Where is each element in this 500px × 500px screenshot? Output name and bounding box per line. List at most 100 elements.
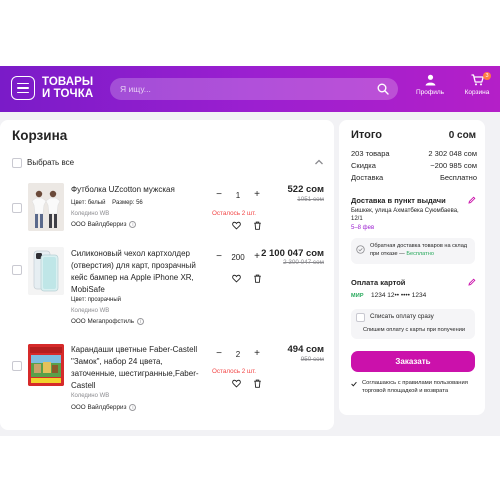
check-icon[interactable] xyxy=(351,381,357,387)
terms-agreement-text: Соглашаюсь с правилами пользования торго… xyxy=(362,380,468,394)
summary-delivery-value: Бесплатно xyxy=(439,173,477,182)
search-bar xyxy=(110,78,398,100)
item-1-checkbox[interactable] xyxy=(12,203,22,213)
item-3-seller-name: ООО Вайлдберриз xyxy=(71,404,127,411)
phone-case-image xyxy=(28,247,64,295)
item-1-size: Размер: 56 xyxy=(112,200,143,206)
pay-now-label: Списать оплату сразу xyxy=(370,313,434,320)
item-3-quantity[interactable]: 2 xyxy=(236,350,240,359)
item-3-warehouse: Коледино WB xyxy=(71,393,110,399)
item-3-quantity-stepper: − 2 + xyxy=(213,345,263,363)
trash-icon[interactable] xyxy=(253,379,262,388)
profile-label: Профиль xyxy=(415,89,445,96)
summary-row-discount: Скидка −200 985 сом xyxy=(351,161,477,170)
delivery-address: Бишкек, улица Ахматбека Суюмбаева, 12/1 xyxy=(351,208,459,222)
item-3-name[interactable]: Карандаши цветные Faber-Castell "Замок",… xyxy=(71,344,206,392)
payment-title: Оплата картой xyxy=(351,278,406,287)
item-3-decrease-button[interactable]: − xyxy=(213,345,225,363)
item-2-quantity[interactable]: 200 xyxy=(231,253,244,262)
item-2-color: Цвет: прозрачный xyxy=(71,297,122,303)
logo-line-2: И ТОЧКА xyxy=(42,88,94,100)
pencil-icon[interactable] xyxy=(468,196,476,204)
trash-icon[interactable] xyxy=(253,221,262,230)
item-1-image[interactable] xyxy=(28,183,64,231)
item-2-quantity-stepper: − 200 + xyxy=(213,248,263,266)
order-button[interactable]: Заказать xyxy=(351,351,475,372)
site-logo[interactable]: ТОВАРЫ И ТОЧКА xyxy=(42,76,93,100)
item-2-seller-name: ООО Мегапрофстиль xyxy=(71,318,135,325)
item-2-decrease-button[interactable]: − xyxy=(213,248,225,266)
logo-line-1: ТОВАРЫ xyxy=(42,76,94,88)
pay-now-checkbox[interactable] xyxy=(356,313,365,322)
item-2-checkbox[interactable] xyxy=(12,265,22,275)
item-1-seller-name: ООО Вайлдберриз xyxy=(71,221,127,228)
card-number: 1234 12•• •••• 1234 xyxy=(371,292,427,299)
trash-icon[interactable] xyxy=(253,274,262,283)
heart-icon[interactable] xyxy=(232,274,241,283)
item-1-quantity-stepper: − 1 + xyxy=(213,186,263,204)
item-1-attributes: Цвет: белый Размер: 56 xyxy=(71,200,143,206)
item-2-warehouse: Коледино WB xyxy=(71,308,110,314)
summary-discount-label: Скидка xyxy=(351,161,376,170)
pencil-icon[interactable] xyxy=(468,278,476,286)
summary-title: Итого xyxy=(351,129,383,141)
summary-total: 0 сом xyxy=(448,130,476,141)
select-all-checkbox[interactable] xyxy=(12,158,22,168)
info-icon[interactable]: i xyxy=(129,404,137,411)
item-1-stock-warning: Осталось 2 шт. xyxy=(212,210,257,217)
pencils-image xyxy=(28,344,64,386)
top-header: ТОВАРЫ И ТОЧКА Профиль 3 Корзина xyxy=(0,66,500,112)
info-icon[interactable]: i xyxy=(137,318,145,325)
summary-items-label: 203 товара xyxy=(351,149,390,158)
user-icon xyxy=(425,74,435,86)
search-input[interactable] xyxy=(110,78,370,100)
item-1-price: 522 сом xyxy=(287,184,324,195)
heart-icon[interactable] xyxy=(232,221,241,230)
item-3-old-price: 950 сом xyxy=(300,356,324,363)
item-2-price: 2 100 047 сом xyxy=(261,248,324,259)
item-3-checkbox[interactable] xyxy=(12,361,22,371)
item-1-old-price: 1051 сом xyxy=(297,196,324,203)
cart-button[interactable]: 3 Корзина xyxy=(460,72,494,96)
delivery-title: Доставка в пункт выдачи xyxy=(351,196,446,205)
profile-button[interactable]: Профиль xyxy=(413,74,447,96)
item-1-warehouse: Коледино WB xyxy=(71,211,110,217)
item-2-image[interactable] xyxy=(28,247,64,295)
summary-delivery-label: Доставка xyxy=(351,173,384,182)
return-info-free: Бесплатно xyxy=(406,251,434,257)
menu-burger-icon[interactable] xyxy=(11,76,35,100)
payment-note: Спишем оплату с карты при получении xyxy=(363,327,465,333)
summary-items-value: 2 302 048 сом xyxy=(428,149,477,158)
delivery-date: 5–8 фев xyxy=(351,225,375,231)
item-1-color: Цвет: белый xyxy=(71,200,106,206)
search-icon[interactable] xyxy=(377,83,389,95)
item-3-price: 494 сом xyxy=(287,344,324,355)
chevron-up-icon[interactable] xyxy=(314,158,324,166)
cart-count-badge: 3 xyxy=(483,72,491,80)
item-1-increase-button[interactable]: + xyxy=(251,186,263,204)
mir-card-logo: МИР xyxy=(351,293,364,299)
summary-discount-value: −200 985 сом xyxy=(430,161,477,170)
item-3-stock-warning: Осталось 2 шт. xyxy=(212,368,257,375)
item-2-old-price: 2 300 047 сом xyxy=(283,259,324,266)
shopping-cart-icon xyxy=(471,74,484,86)
item-1-decrease-button[interactable]: − xyxy=(213,186,225,204)
summary-row-delivery: Доставка Бесплатно xyxy=(351,173,477,182)
check-circle-icon xyxy=(356,245,365,254)
select-all-label: Выбрать все xyxy=(27,158,75,167)
item-3-increase-button[interactable]: + xyxy=(251,345,263,363)
summary-row-items: 203 товара 2 302 048 сом xyxy=(351,149,477,158)
item-3-image[interactable] xyxy=(28,344,64,386)
item-2-seller: ООО Мегапрофстиль i xyxy=(71,318,145,325)
info-icon[interactable]: i xyxy=(129,221,137,228)
heart-icon[interactable] xyxy=(232,379,241,388)
item-1-quantity[interactable]: 1 xyxy=(236,191,240,200)
item-1-name[interactable]: Футболка UZcotton мужская xyxy=(71,184,206,196)
return-info-text: Обратная доставка товаров на склад при о… xyxy=(370,242,474,258)
item-1-seller: ООО Вайлдберриз i xyxy=(71,221,137,228)
item-3-seller: ООО Вайлдберриз i xyxy=(71,404,137,411)
tshirt-image xyxy=(28,183,64,231)
cart-label: Корзина xyxy=(464,89,490,96)
item-2-name[interactable]: Силиконовый чехол картхолдер (отверстия)… xyxy=(71,248,206,296)
page-title: Корзина xyxy=(12,128,68,143)
